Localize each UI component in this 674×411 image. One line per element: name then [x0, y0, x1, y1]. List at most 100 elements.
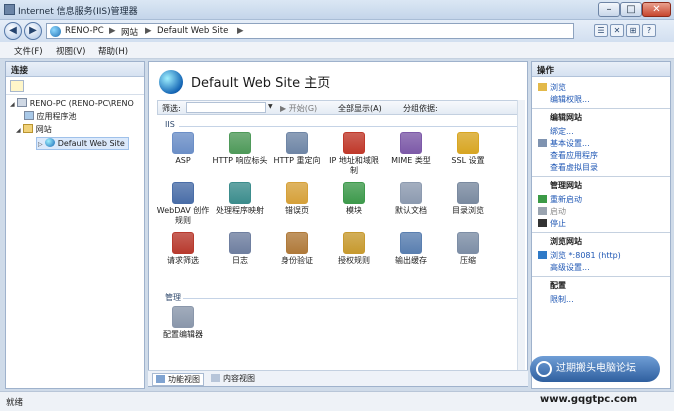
- window-title: Internet 信息服务(IIS)管理器: [18, 7, 138, 17]
- feature-request-filter[interactable]: 请求筛选: [155, 232, 211, 280]
- feature-label: 错误页: [285, 206, 309, 215]
- show-all-button[interactable]: 全部显示(A): [338, 103, 382, 114]
- crumb-separator-icon[interactable]: ▶: [145, 26, 152, 36]
- toolbar-cancel-icon[interactable]: ✕: [610, 24, 624, 37]
- action-item[interactable]: 绑定...: [538, 126, 574, 137]
- action-item[interactable]: 编辑权限...: [538, 94, 590, 105]
- folder-icon: [23, 124, 34, 133]
- feature-label: 模块: [346, 206, 362, 215]
- tree-item-server[interactable]: ◢ RENO-PC (RENO-PC\RENO: [10, 98, 134, 110]
- filter-input[interactable]: [186, 102, 266, 113]
- feature-ip-restrict[interactable]: IP 地址和域限制: [326, 132, 382, 180]
- actions-panel: 操作 浏览 编辑权限... 编辑网站 绑定... 基本设置... 查看应用程序 查看虚拟目录…: [531, 61, 671, 389]
- action-item[interactable]: 查看虚拟目录: [538, 162, 598, 173]
- toolbar-help-icon[interactable]: ?: [642, 24, 656, 37]
- browse-icon: [538, 251, 547, 259]
- close-button[interactable]: ✕: [642, 2, 671, 17]
- feature-label: 配置编辑器: [163, 330, 203, 339]
- back-button[interactable]: ◀: [4, 22, 22, 40]
- action-item[interactable]: 停止: [538, 218, 566, 229]
- expand-icon[interactable]: ◢: [16, 127, 21, 134]
- features-panel: Default Web Site 主页 筛选: ▼ ▶ 开始(G) 全部显示(A…: [148, 61, 528, 387]
- feature-mime[interactable]: MIME 类型: [383, 132, 439, 180]
- menu-help[interactable]: 帮助(H): [98, 45, 128, 57]
- restart-icon: [538, 195, 547, 203]
- expand-icon[interactable]: ◢: [10, 101, 15, 108]
- action-item[interactable]: 启动: [538, 206, 566, 217]
- feature-asp[interactable]: ASP: [155, 132, 211, 180]
- modules-icon: [343, 182, 365, 204]
- feature-authentication[interactable]: 身份验证: [269, 232, 325, 280]
- authorization-icon: [343, 232, 365, 254]
- action-item[interactable]: 高级设置...: [538, 262, 590, 273]
- feature-modules[interactable]: 模块: [326, 182, 382, 230]
- crumb-server[interactable]: RENO-PC: [65, 26, 104, 36]
- crumb-sites[interactable]: 网站: [121, 26, 138, 38]
- scrollbar[interactable]: [517, 100, 525, 384]
- start-filter-button[interactable]: ▶ 开始(G): [280, 103, 317, 114]
- forward-button[interactable]: ▶: [24, 22, 42, 40]
- crumb-separator-icon[interactable]: ▶: [237, 26, 244, 36]
- feature-default-doc[interactable]: 默认文档: [383, 182, 439, 230]
- address-breadcrumb[interactable]: RENO-PC ▶ 网站 ▶ Default Web Site ▶: [46, 23, 574, 39]
- action-item[interactable]: 浏览 *:8081 (http): [538, 250, 621, 261]
- crumb-default-web-site[interactable]: Default Web Site: [157, 26, 228, 36]
- folder-open-icon: [538, 83, 547, 91]
- menu-file[interactable]: 文件(F): [14, 45, 43, 57]
- start-icon: [538, 207, 547, 215]
- divider: [532, 276, 670, 277]
- expand-icon[interactable]: ▷: [38, 141, 43, 148]
- feature-label: SSL 设置: [451, 156, 485, 165]
- authentication-icon: [286, 232, 308, 254]
- tree-item-app-pools[interactable]: 应用程序池: [24, 111, 77, 123]
- feature-compression[interactable]: 压缩: [440, 232, 496, 280]
- feature-directory-browse[interactable]: 目录浏览: [440, 182, 496, 230]
- feature-logging[interactable]: 日志: [212, 232, 268, 280]
- ssl-lock-icon: [457, 132, 479, 154]
- status-text: 就绪: [6, 398, 24, 408]
- action-label: 编辑网站: [550, 113, 582, 122]
- section-divider: [183, 298, 519, 299]
- feature-ssl-lock[interactable]: SSL 设置: [440, 132, 496, 180]
- toolbar-list-icon[interactable]: ☰: [594, 24, 608, 37]
- action-item[interactable]: 限制...: [538, 294, 574, 305]
- ip-restrict-icon: [343, 132, 365, 154]
- action-label: 基本设置...: [550, 139, 590, 148]
- feature-webdav[interactable]: WebDAV 创作规则: [155, 182, 211, 230]
- feature-config-editor[interactable]: 配置编辑器: [155, 306, 211, 354]
- tree-item-default-web-site[interactable]: ▷ Default Web Site: [36, 137, 129, 150]
- action-item[interactable]: 基本设置...: [538, 138, 590, 149]
- feature-handler-mapping[interactable]: 处理程序映射: [212, 182, 268, 230]
- action-label: 启动: [550, 207, 566, 216]
- tab-features-view[interactable]: 功能视图: [152, 373, 204, 386]
- action-label: 重新启动: [550, 195, 582, 204]
- feature-error-page[interactable]: 错误页: [269, 182, 325, 230]
- menu-view[interactable]: 视图(V): [56, 45, 85, 57]
- action-item[interactable]: 查看应用程序: [538, 150, 598, 161]
- tree-item-sites[interactable]: ◢ 网站: [16, 124, 52, 136]
- tree-item-label: RENO-PC (RENO-PC\RENO: [29, 99, 134, 108]
- group-by-label[interactable]: 分组依据:: [403, 103, 438, 114]
- action-item[interactable]: 重新启动: [538, 194, 582, 205]
- globe-icon: [50, 26, 61, 37]
- divider: [532, 176, 670, 177]
- section-management-label: 管理: [165, 293, 181, 302]
- tab-content-view[interactable]: 内容视图: [208, 373, 258, 384]
- action-item[interactable]: 浏览: [538, 82, 566, 93]
- feature-http-redirect[interactable]: HTTP 重定向: [269, 132, 325, 180]
- divider: [532, 108, 670, 109]
- section-iis-label: IIS: [165, 120, 175, 129]
- minimize-button[interactable]: –: [598, 2, 620, 17]
- toolbar-grid-icon[interactable]: ⊞: [626, 24, 640, 37]
- feature-label: WebDAV 创作规则: [156, 206, 210, 225]
- section-divider: [179, 126, 519, 127]
- feature-authorization[interactable]: 授权规则: [326, 232, 382, 280]
- crumb-separator-icon[interactable]: ▶: [109, 26, 116, 36]
- filter-dropdown-icon[interactable]: ▼: [268, 103, 273, 110]
- iis-app-icon: [4, 4, 15, 15]
- feature-output-cache[interactable]: 输出缓存: [383, 232, 439, 280]
- feature-http-headers[interactable]: HTTP 响应标头: [212, 132, 268, 180]
- maximize-button[interactable]: □: [620, 2, 642, 17]
- connect-icon[interactable]: [10, 80, 24, 92]
